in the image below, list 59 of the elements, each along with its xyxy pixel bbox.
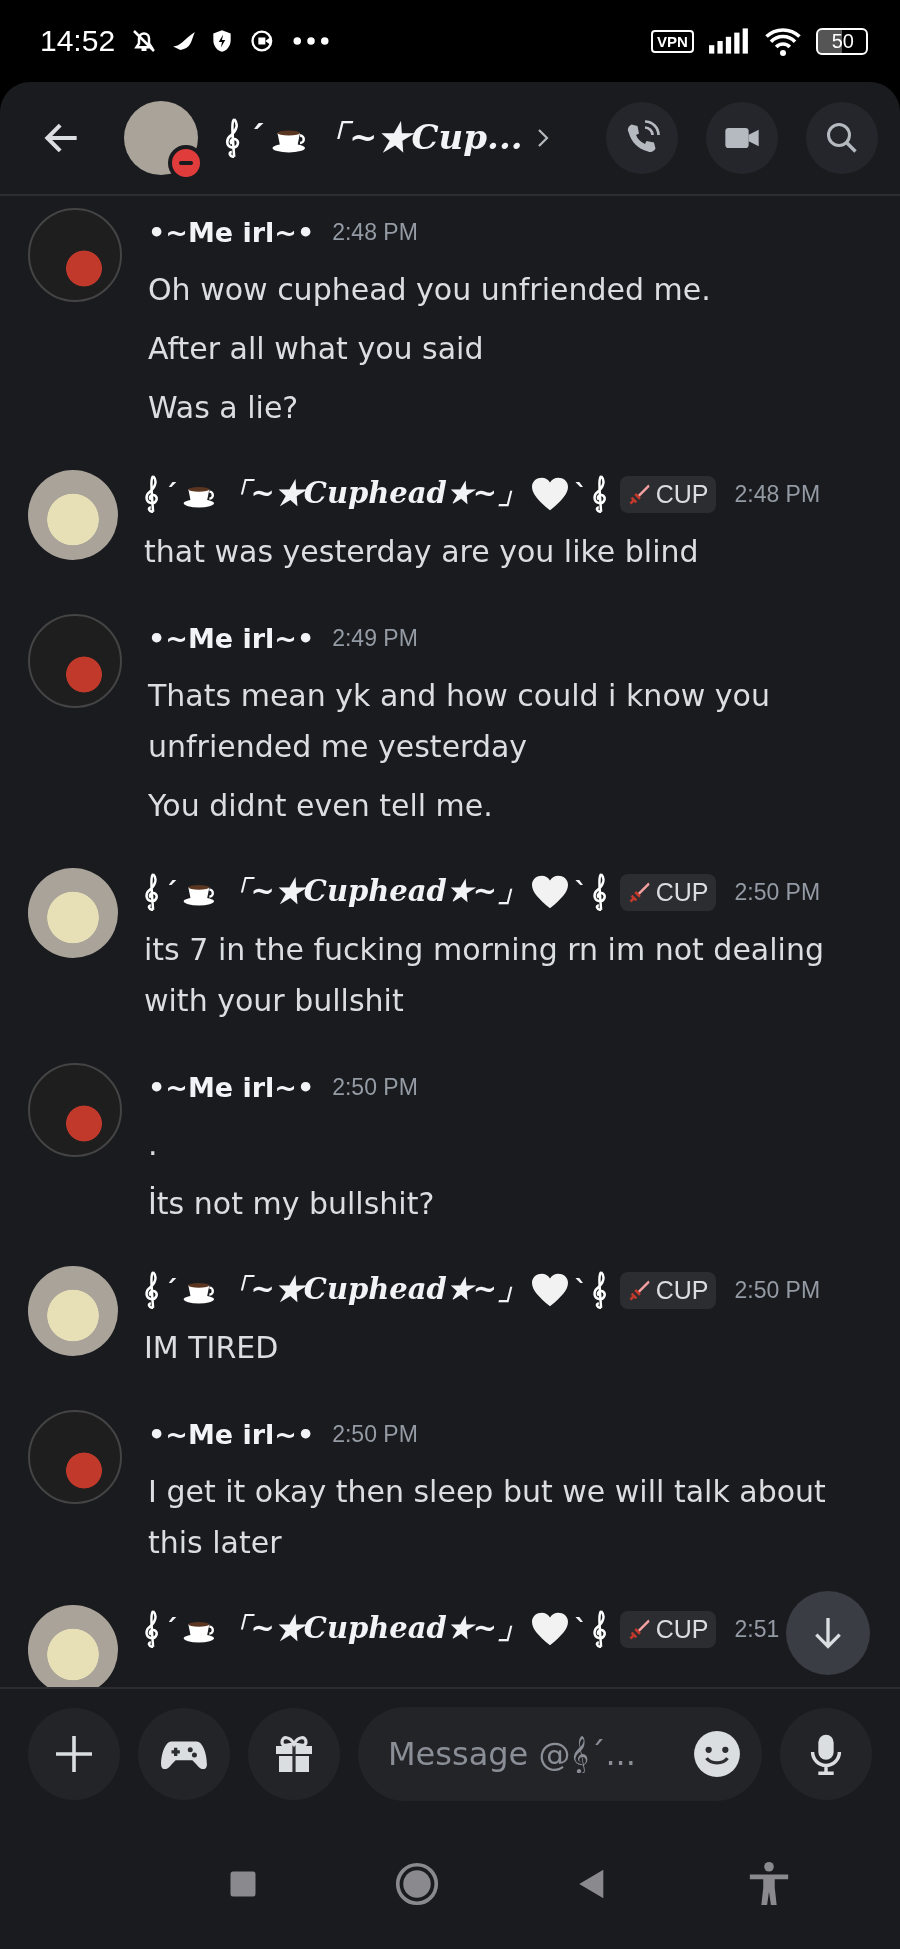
- message-text: Thats mean yk and how could i know you unfriended me yesterday: [148, 677, 771, 766]
- username[interactable]: ´ 「~★Cuphead★~」 `: [144, 872, 608, 912]
- username[interactable]: •~Me irl~•: [148, 216, 315, 248]
- message-text: its 7 in the fucking morning rn im not dealing with your bullshit: [144, 931, 825, 1020]
- heart-icon: [530, 1611, 571, 1647]
- timestamp: 2:50 PM: [332, 1420, 418, 1448]
- server-tag[interactable]: CUP: [619, 1610, 717, 1648]
- timestamp: 2:50 PM: [734, 878, 821, 906]
- home-icon[interactable]: [394, 1862, 439, 1906]
- treble-clef-icon: [591, 1610, 608, 1648]
- treble-clef-icon: [224, 118, 242, 158]
- timestamp: 2:48 PM: [332, 218, 418, 246]
- timestamp: 2:50 PM: [734, 1276, 821, 1304]
- treble-clef-icon: [144, 1271, 160, 1309]
- heart-icon: [530, 874, 571, 910]
- message-text: .: [148, 1126, 159, 1164]
- battery-indicator: 50: [815, 27, 868, 55]
- heart-icon: [530, 1272, 571, 1308]
- treble-clef-icon: [144, 475, 160, 513]
- treble-clef-icon: [144, 1610, 160, 1648]
- message-text: IM TIRED: [144, 1329, 280, 1367]
- heart-icon: [530, 476, 571, 512]
- message-text: İts not my bullshit?: [148, 1185, 436, 1223]
- treble-clef-icon: [591, 1271, 608, 1309]
- timestamp: 2:48 PM: [734, 480, 821, 508]
- sword-icon: [627, 880, 652, 904]
- clock: 14:52: [40, 24, 116, 58]
- timestamp: 2:50 PM: [332, 1073, 418, 1101]
- wifi-icon: [763, 26, 802, 56]
- recents-icon[interactable]: [228, 1869, 259, 1899]
- server-tag[interactable]: CUP: [619, 1271, 717, 1309]
- message-text: that was yesterday are you like blind: [144, 533, 700, 571]
- sword-icon: [627, 1617, 652, 1641]
- treble-clef-icon: [591, 873, 608, 911]
- message-text: Oh wow cuphead you unfriended me.: [148, 271, 712, 309]
- username[interactable]: •~Me irl~•: [148, 622, 315, 654]
- timestamp: 2:51: [734, 1615, 780, 1643]
- bird-icon: [173, 32, 196, 50]
- treble-clef-icon: [591, 475, 608, 513]
- sword-icon: [627, 1278, 652, 1302]
- vpn-indicator: VPN: [650, 29, 694, 53]
- username[interactable]: •~Me irl~•: [148, 1071, 315, 1103]
- server-tag[interactable]: CUP: [619, 475, 717, 513]
- username[interactable]: ´ 「~★Cuphead★~」 `: [144, 1270, 608, 1310]
- message-text: Was a lie?: [148, 389, 300, 427]
- chevron-right-icon[interactable]: [536, 127, 549, 149]
- signal-icon: [707, 28, 750, 54]
- message-text: You didnt even tell me.: [148, 787, 494, 825]
- smiley-icon[interactable]: [692, 1729, 742, 1779]
- username[interactable]: ´ 「~★Cuphead★~」 `: [144, 474, 608, 514]
- server-tag[interactable]: CUP: [619, 873, 717, 911]
- username[interactable]: ´ 「~★Cuphead★~」 `: [144, 1609, 608, 1649]
- message-text: I get it okay then sleep but we will talk about this later: [148, 1473, 827, 1562]
- treble-clef-icon: [144, 873, 160, 911]
- username[interactable]: •~Me irl~•: [148, 1418, 315, 1450]
- chat-title[interactable]: ´ 「~★Cup...: [224, 115, 523, 161]
- sword-icon: [627, 482, 652, 506]
- message-text: After all what you said: [148, 330, 485, 368]
- timestamp: 2:49 PM: [332, 624, 418, 652]
